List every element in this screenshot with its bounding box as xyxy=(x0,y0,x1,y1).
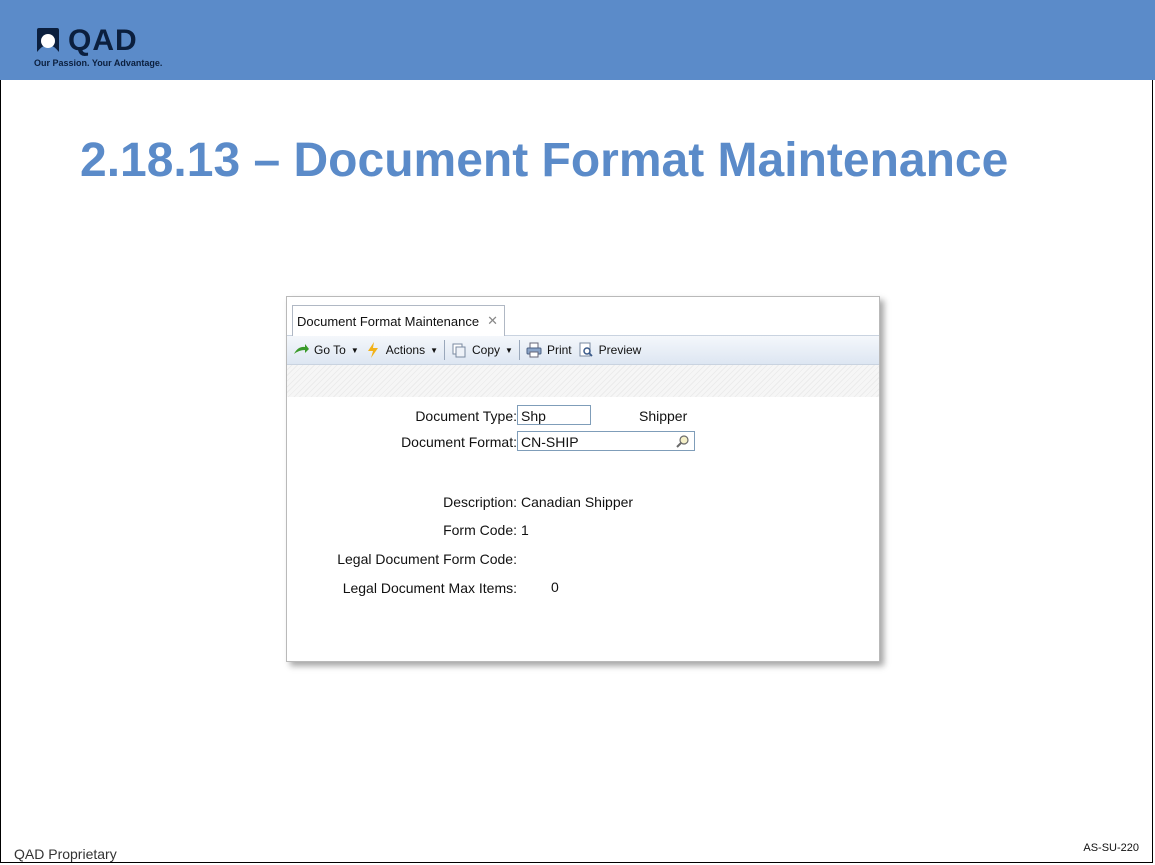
doc-format-field[interactable]: CN-SHIP xyxy=(517,431,695,451)
qad-logo-icon xyxy=(37,28,59,52)
search-icon[interactable] xyxy=(676,434,690,448)
toolbar: Go To ▼ Actions ▼ Copy ▼ Print Preview xyxy=(287,336,879,365)
actions-button[interactable]: Actions ▼ xyxy=(365,342,438,358)
logo-tagline: Our Passion. Your Advantage. xyxy=(34,58,163,68)
preview-button[interactable]: Preview xyxy=(578,342,642,358)
status-strip xyxy=(287,365,879,397)
logo-brand-text: QAD xyxy=(68,24,138,57)
description-value: Canadian Shipper xyxy=(521,494,634,510)
chevron-down-icon: ▼ xyxy=(430,345,439,355)
tab-document-format-maintenance[interactable]: Document Format Maintenance ✕ xyxy=(292,305,505,336)
toolbar-divider xyxy=(444,340,446,360)
doc-format-value: CN-SHIP xyxy=(521,434,579,450)
legal-form-code-label: Legal Document Form Code: xyxy=(337,551,517,567)
footer-slide-code: AS-SU-220 xyxy=(1083,842,1139,854)
goto-button[interactable]: Go To ▼ xyxy=(293,342,359,358)
goto-label: Go To xyxy=(314,343,346,357)
printer-icon xyxy=(526,342,542,358)
copy-label: Copy xyxy=(472,343,501,357)
preview-icon xyxy=(579,342,593,357)
legal-max-items-value: 0 xyxy=(551,579,559,595)
doc-type-field[interactable]: Shp xyxy=(517,405,591,425)
copy-button[interactable]: Copy ▼ xyxy=(451,342,513,358)
chevron-down-icon: ▼ xyxy=(350,345,359,355)
close-icon[interactable]: ✕ xyxy=(487,313,498,329)
doc-format-label: Document Format: xyxy=(401,434,517,450)
copy-icon xyxy=(452,343,466,358)
print-button[interactable]: Print xyxy=(526,342,572,358)
doc-type-description: Shipper xyxy=(639,408,688,424)
tab-strip: Document Format Maintenance ✕ xyxy=(287,297,879,336)
footer-proprietary: QAD Proprietary xyxy=(14,846,117,862)
tab-label: Document Format Maintenance xyxy=(297,313,480,329)
go-arrow-icon xyxy=(294,344,309,354)
slide-title: 2.18.13 – Document Format Maintenance xyxy=(80,134,1009,187)
form-code-label: Form Code: xyxy=(443,522,517,538)
actions-label: Actions xyxy=(385,343,426,357)
preview-label: Preview xyxy=(598,343,642,357)
toolbar-divider xyxy=(518,340,520,360)
header-band xyxy=(0,0,1155,80)
chevron-down-icon: ▼ xyxy=(505,345,513,355)
app-window: Document Format Maintenance ✕ Go To ▼ Ac… xyxy=(286,296,880,662)
legal-max-items-label: Legal Document Max Items: xyxy=(342,580,517,596)
print-label: Print xyxy=(546,343,572,357)
lightning-icon xyxy=(367,342,378,358)
description-label: Description: xyxy=(443,494,517,510)
document-format-form: Document Type: Shp Shipper Document Form… xyxy=(287,397,879,659)
form-code-value: 1 xyxy=(521,522,529,538)
doc-type-label: Document Type: xyxy=(415,408,517,424)
